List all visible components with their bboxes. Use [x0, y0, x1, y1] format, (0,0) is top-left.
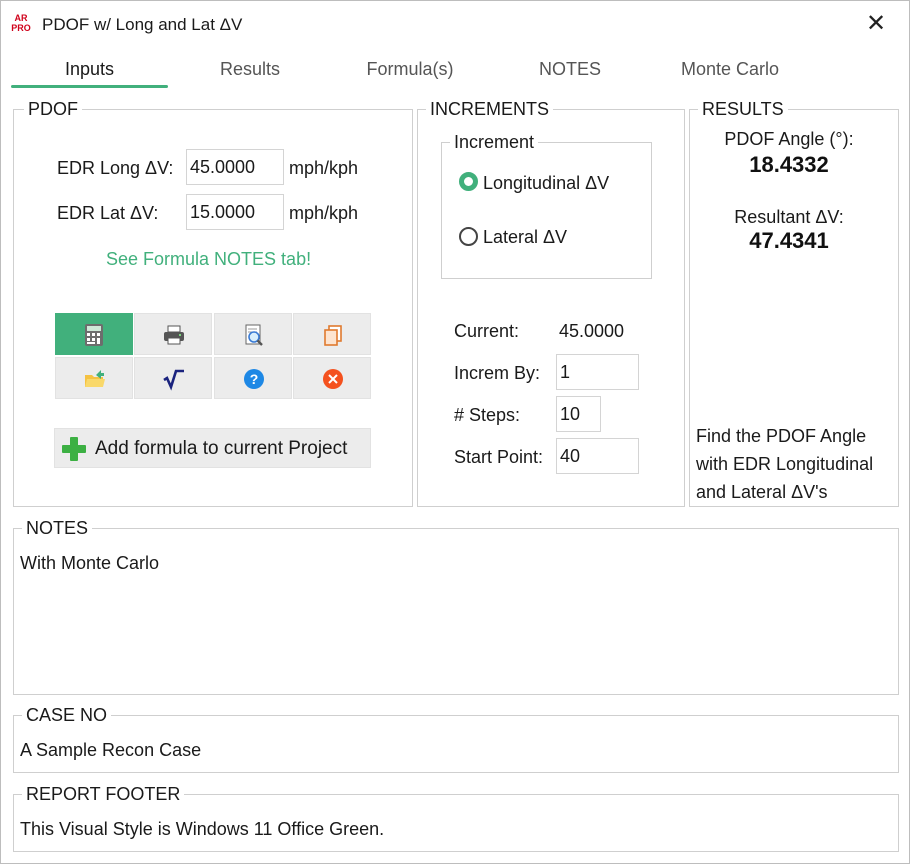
report-footer-group-title: REPORT FOOTER — [22, 784, 185, 804]
current-label: Current: — [454, 321, 520, 341]
square-root-icon — [163, 369, 184, 391]
add-formula-button[interactable]: Add formula to current Project — [54, 428, 371, 468]
tab-monte-carlo[interactable]: Monte Carlo — [661, 59, 799, 80]
increment-group-title: Increment — [450, 132, 539, 152]
notes-group-title: NOTES — [22, 518, 93, 538]
current-value: 45.0000 — [559, 321, 625, 341]
steps-input[interactable] — [556, 396, 601, 432]
increm-by-input[interactable] — [556, 354, 639, 390]
edr-lat-unit: mph/kph — [289, 203, 359, 223]
lateral-label: Lateral ΔV — [483, 227, 568, 247]
tab-results[interactable]: Results — [181, 59, 319, 80]
tab-notes[interactable]: NOTES — [501, 59, 639, 80]
app-logo: AR PRO — [11, 13, 31, 33]
print-preview-icon — [245, 324, 263, 346]
formula-notes-link[interactable]: See Formula NOTES tab! — [106, 249, 311, 270]
edr-long-label: EDR Long ΔV: — [57, 158, 174, 178]
square-root-button[interactable] — [134, 357, 212, 399]
svg-text:?: ? — [250, 371, 259, 387]
copy-button[interactable] — [293, 313, 371, 355]
increm-by-label: Increm By: — [454, 363, 541, 383]
add-formula-label: Add formula to current Project — [95, 438, 348, 459]
resultant-value: 47.4341 — [749, 228, 829, 253]
steps-label: # Steps: — [454, 405, 521, 425]
pdof-group-title: PDOF — [24, 99, 83, 119]
results-group-title: RESULTS — [698, 99, 788, 119]
tab-formulas[interactable]: Formula(s) — [341, 59, 479, 80]
edr-lat-input[interactable] — [186, 194, 284, 230]
pdof-angle-label: PDOF Angle (°): — [724, 129, 854, 149]
copy-icon — [324, 325, 342, 346]
active-tab-indicator — [11, 85, 168, 88]
longitudinal-radio[interactable] — [459, 172, 478, 191]
tab-bar: Inputs Results Formula(s) NOTES Monte Ca… — [1, 53, 909, 89]
notes-text[interactable]: With Monte Carlo — [20, 553, 890, 688]
open-button[interactable] — [55, 357, 133, 399]
edr-lat-label: EDR Lat ΔV: — [57, 203, 159, 223]
longitudinal-label: Longitudinal ΔV — [483, 173, 610, 193]
cancel-button[interactable] — [293, 357, 371, 399]
print-button[interactable] — [134, 313, 212, 355]
help-icon: ? — [244, 369, 264, 389]
window-title: PDOF w/ Long and Lat ΔV — [42, 15, 243, 34]
help-button[interactable]: ? — [214, 357, 292, 399]
printer-icon — [164, 325, 184, 345]
print-preview-button[interactable] — [214, 313, 292, 355]
case-no-group-title: CASE NO — [22, 705, 112, 725]
resultant-label: Resultant ΔV: — [734, 207, 844, 227]
edr-long-unit: mph/kph — [289, 158, 359, 178]
tab-inputs[interactable]: Inputs — [11, 59, 168, 80]
start-point-input[interactable] — [556, 438, 639, 474]
start-point-label: Start Point: — [454, 447, 544, 467]
cancel-icon — [323, 369, 343, 389]
open-folder-icon — [85, 370, 105, 387]
increments-group-title: INCREMENTS — [426, 99, 554, 119]
plus-icon — [62, 437, 86, 461]
calculate-button[interactable] — [55, 313, 133, 355]
increment-option-group: Increment — [441, 132, 652, 279]
app-window: AR PRO PDOF w/ Long and Lat ΔV ✕ Inputs R… — [0, 0, 910, 864]
pdof-angle-value: 18.4332 — [749, 152, 829, 177]
title-bar: AR PRO PDOF w/ Long and Lat ΔV ✕ — [1, 1, 909, 51]
close-icon[interactable]: ✕ — [863, 11, 889, 37]
edr-long-input[interactable] — [186, 149, 284, 185]
lateral-radio[interactable] — [459, 227, 478, 246]
case-no-text[interactable]: A Sample Recon Case — [20, 740, 890, 761]
report-footer-text[interactable]: This Visual Style is Windows 11 Office G… — [20, 819, 890, 840]
calculator-icon — [85, 324, 103, 346]
results-description: Find the PDOF Angle with EDR Longitudina… — [696, 426, 874, 502]
